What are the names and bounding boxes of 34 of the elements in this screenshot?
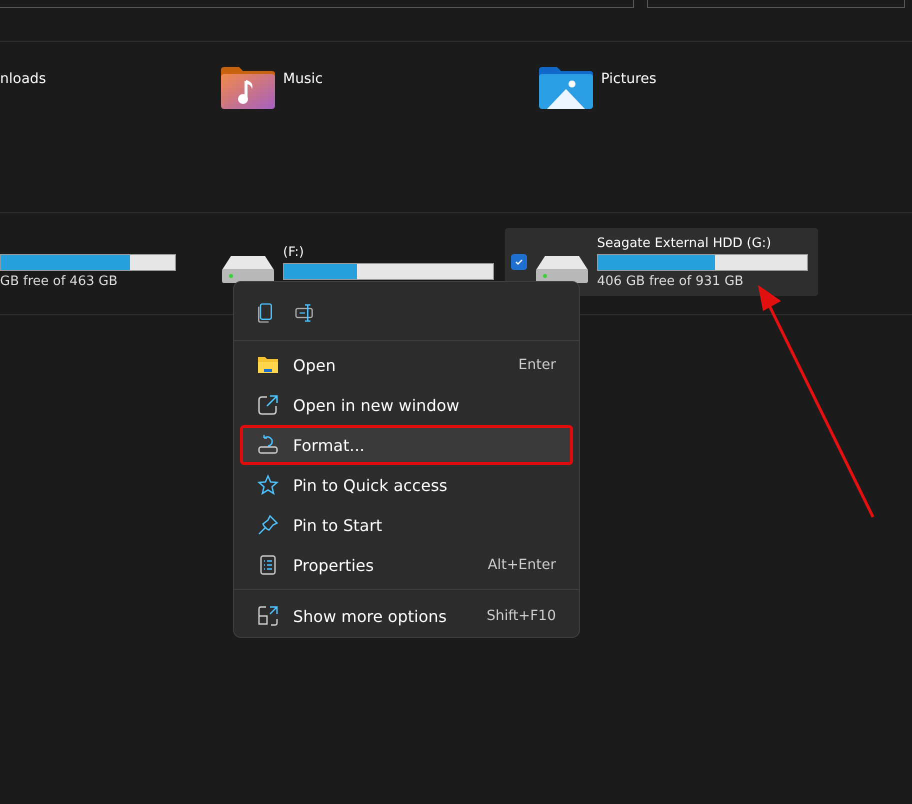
folder-name[interactable]: nloads [0, 71, 46, 87]
pin-icon [257, 514, 279, 536]
external-window-icon [257, 394, 279, 416]
folder-icon [257, 354, 279, 376]
rename-icon[interactable] [294, 302, 316, 324]
address-field[interactable] [0, 0, 634, 8]
shortcut-text: Enter [518, 357, 556, 373]
music-folder-icon [221, 67, 275, 109]
checkmark-icon [514, 257, 524, 267]
folder-name[interactable]: Music [283, 71, 323, 87]
hard-drive-icon [535, 254, 589, 284]
menu-item[interactable]: Pin to Quick access [240, 465, 573, 505]
menu-item[interactable]: Open in new window [240, 385, 573, 425]
shortcut-text: Shift+F10 [486, 608, 556, 624]
shortcut-text: Alt+Enter [488, 557, 556, 573]
menu-item[interactable]: Format... [240, 425, 573, 465]
pictures-folder-icon [539, 67, 593, 109]
checkbox[interactable] [511, 254, 527, 270]
folder-name[interactable]: Pictures [601, 71, 656, 87]
drive-label: (F:) [283, 244, 305, 262]
drive-tile[interactable]: Seagate External HDD (G:) 406 GB free of 931 GB [505, 228, 818, 296]
menu-item[interactable]: Open Enter [240, 345, 573, 385]
search-field[interactable] [647, 0, 905, 8]
drive-format-icon [257, 434, 279, 456]
free-space-text: 406 GB free of 931 GB [597, 274, 744, 288]
more-options-icon [257, 605, 279, 627]
drive-label: Seagate External HDD (G:) [597, 236, 772, 252]
menu-item[interactable]: Properties Alt+Enter [240, 545, 573, 585]
star-icon [257, 474, 279, 496]
menu-item[interactable]: Pin to Start [240, 505, 573, 545]
hard-drive-icon [221, 254, 275, 284]
drive-tile[interactable]: GB free of 463 GB [0, 228, 200, 296]
menu-item[interactable]: Show more options Shift+F10 [240, 596, 573, 636]
free-space-text: GB free of 463 GB [0, 274, 118, 288]
